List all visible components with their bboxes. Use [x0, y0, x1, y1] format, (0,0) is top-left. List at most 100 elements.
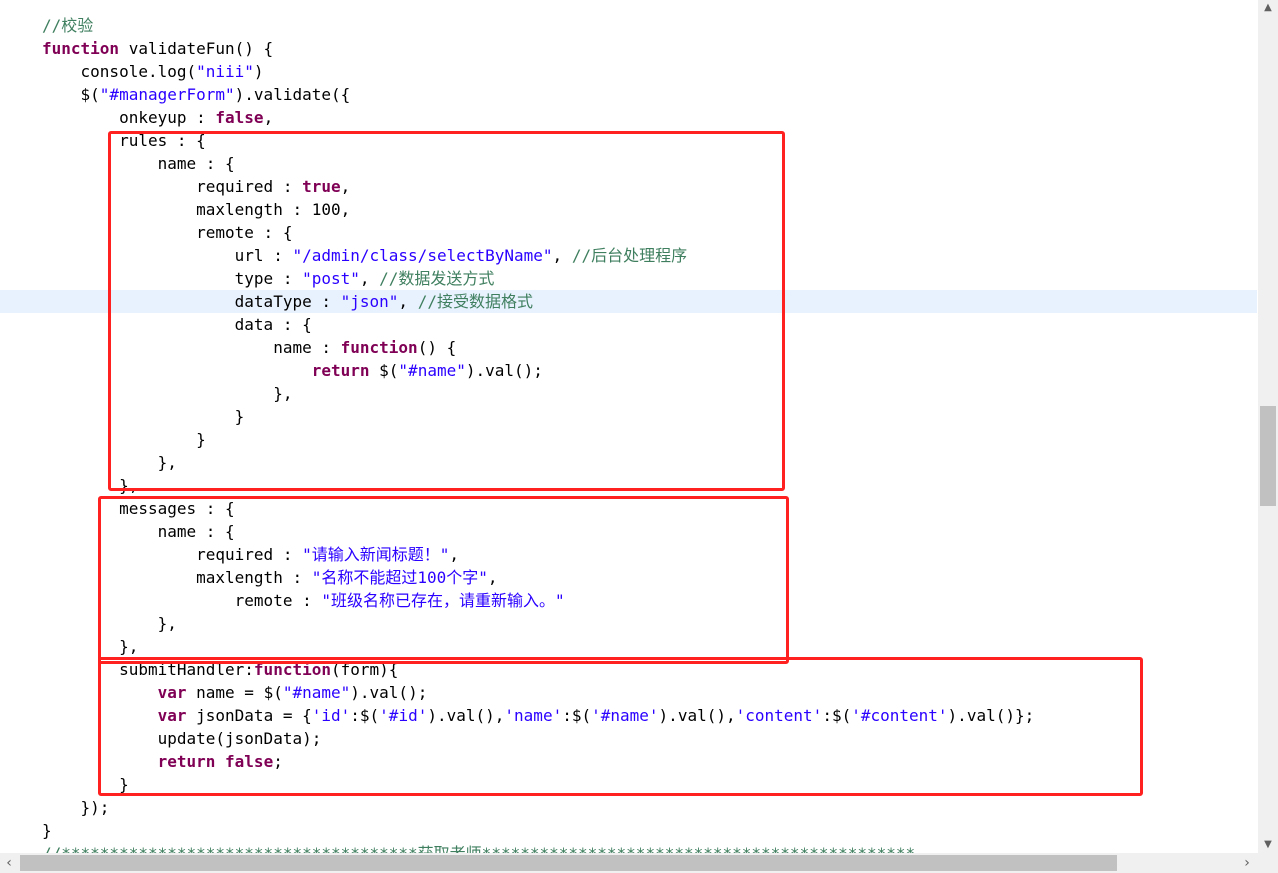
code-token: ,	[449, 545, 460, 564]
code-lines[interactable]: //校验 function validateFun() { console.log…	[0, 14, 1257, 853]
vertical-scrollbar[interactable]: ▲ ▼	[1258, 0, 1278, 853]
code-token: submitHandler:	[42, 660, 254, 679]
code-line[interactable]: remote : "班级名称已存在，请重新输入。"	[42, 589, 1257, 612]
vertical-scroll-thumb[interactable]	[1260, 406, 1276, 506]
code-token: ,	[340, 177, 351, 196]
code-token: :$(	[822, 706, 852, 725]
code-line[interactable]: required : "请输入新闻标题！",	[42, 543, 1257, 566]
code-token: //校验	[42, 16, 94, 35]
code-line[interactable]: url : "/admin/class/selectByName", //后台处…	[42, 244, 1257, 267]
code-line[interactable]: maxlength : "名称不能超过100个字",	[42, 566, 1257, 589]
code-token: console.log(	[42, 62, 197, 81]
code-token: "#managerForm"	[99, 85, 235, 104]
code-line[interactable]: remote : {	[42, 221, 1257, 244]
code-line[interactable]: name : function() {	[42, 336, 1257, 359]
code-line[interactable]: return false;	[42, 750, 1257, 773]
scroll-left-icon[interactable]: ‹	[0, 853, 18, 873]
code-token: rules : {	[42, 131, 206, 150]
code-line[interactable]: submitHandler:function(form){	[42, 658, 1257, 681]
code-line[interactable]: update(jsonData);	[42, 727, 1257, 750]
code-line[interactable]: //校验	[42, 14, 1257, 37]
code-token: required :	[42, 177, 303, 196]
code-line[interactable]: maxlength : 100,	[42, 198, 1257, 221]
code-line[interactable]: $("#managerForm").validate({	[42, 83, 1257, 106]
code-token: return	[311, 361, 370, 380]
code-token: ).validate({	[234, 85, 351, 104]
code-editor[interactable]: //校验 function validateFun() { console.log…	[0, 0, 1258, 853]
code-token: //数据发送方式	[379, 269, 495, 288]
horizontal-scroll-thumb[interactable]	[20, 855, 1117, 871]
code-line[interactable]: function validateFun() {	[42, 37, 1257, 60]
code-token: "json"	[340, 292, 399, 311]
code-token: ).val();	[350, 683, 428, 702]
code-token: ).val();	[465, 361, 543, 380]
code-line[interactable]: },	[42, 382, 1257, 405]
code-line[interactable]: messages : {	[42, 497, 1257, 520]
code-token: 'name'	[504, 706, 563, 725]
scrollbar-corner	[1258, 853, 1278, 873]
code-token: type :	[42, 269, 303, 288]
code-token: function	[253, 660, 331, 679]
code-token: //接受数据格式	[417, 292, 533, 311]
code-token: $(	[42, 85, 100, 104]
code-line[interactable]: }	[42, 405, 1257, 428]
code-token: var	[157, 706, 187, 725]
scroll-right-icon[interactable]: ›	[1238, 853, 1256, 873]
code-line[interactable]: data : {	[42, 313, 1257, 336]
code-line[interactable]: return $("#name").val();	[42, 359, 1257, 382]
code-token: }	[42, 407, 245, 426]
code-line[interactable]: required : true,	[42, 175, 1257, 198]
code-token: "班级名称已存在，请重新输入。"	[321, 591, 565, 610]
code-token: "请输入新闻标题！"	[302, 545, 450, 564]
code-token: update(jsonData);	[42, 729, 322, 748]
code-line[interactable]: console.log("niii")	[42, 60, 1257, 83]
code-token: '#content'	[851, 706, 948, 725]
code-line[interactable]: onkeyup : false,	[42, 106, 1257, 129]
scroll-up-icon[interactable]: ▲	[1258, 0, 1278, 16]
code-token: ).val(),	[427, 706, 505, 725]
code-token: 'content'	[735, 706, 823, 725]
code-line[interactable]: },	[42, 451, 1257, 474]
code-line[interactable]: },	[42, 635, 1257, 658]
code-line[interactable]: }	[42, 428, 1257, 451]
code-token: 'id'	[311, 706, 351, 725]
code-token: },	[42, 614, 177, 633]
code-token: //*************************************获…	[42, 844, 915, 853]
code-line[interactable]: }	[42, 819, 1257, 842]
code-line[interactable]: }	[42, 773, 1257, 796]
code-token: ,	[263, 108, 274, 127]
code-token: jsonData = {	[186, 706, 312, 725]
code-line[interactable]: rules : {	[42, 129, 1257, 152]
code-line[interactable]: var name = $("#name").val();	[42, 681, 1257, 704]
code-line[interactable]: //*************************************获…	[42, 842, 1257, 853]
code-line[interactable]: },	[42, 474, 1257, 497]
code-line[interactable]: dataType : "json", //接受数据格式	[0, 290, 1257, 313]
code-token: ).val()};	[947, 706, 1035, 725]
code-token: var	[157, 683, 187, 702]
code-token: "名称不能超过100个字"	[311, 568, 488, 587]
code-token: function	[42, 39, 120, 58]
code-token: :$(	[350, 706, 380, 725]
code-token: data : {	[42, 315, 312, 334]
code-line[interactable]: name : {	[42, 520, 1257, 543]
code-line[interactable]: },	[42, 612, 1257, 635]
code-token: },	[42, 476, 139, 495]
horizontal-scrollbar[interactable]: ‹ ›	[0, 853, 1258, 873]
code-line[interactable]: type : "post", //数据发送方式	[42, 267, 1257, 290]
code-line[interactable]: name : {	[42, 152, 1257, 175]
code-token: },	[42, 384, 293, 403]
code-token: ,	[552, 246, 572, 265]
code-token: required :	[42, 545, 303, 564]
code-line[interactable]: var jsonData = {'id':$('#id').val(),'nam…	[42, 704, 1257, 727]
code-token: remote :	[42, 591, 322, 610]
code-token: url :	[42, 246, 293, 265]
scroll-down-icon[interactable]: ▼	[1258, 837, 1278, 853]
code-token: ,	[398, 292, 418, 311]
code-token: },	[42, 637, 139, 656]
code-token: ;	[273, 752, 283, 771]
code-line[interactable]: });	[42, 796, 1257, 819]
code-token: "#name"	[398, 361, 466, 380]
code-token: validateFun() {	[119, 39, 274, 58]
